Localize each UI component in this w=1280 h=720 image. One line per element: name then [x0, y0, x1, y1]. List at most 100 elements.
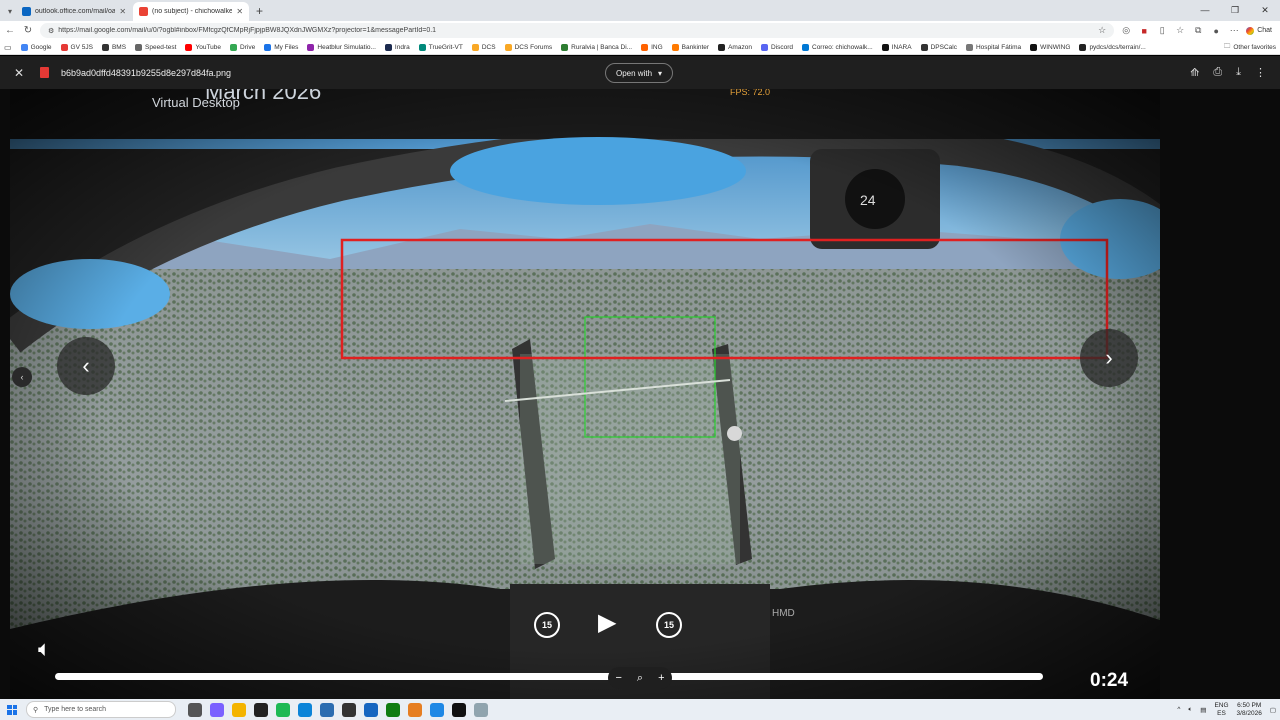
site-info-icon[interactable]: ⚙ [48, 27, 54, 35]
zoom-reset-icon[interactable]: ⌕ [637, 672, 643, 685]
bookmark-label: BMS [111, 43, 127, 51]
app-icon[interactable] [474, 702, 488, 717]
url-field[interactable]: ⚙ https://mail.google.com/mail/u/0/?ogbl… [40, 23, 1115, 38]
back-icon[interactable]: ← [4, 25, 16, 36]
favorite-star-icon[interactable]: ☆ [1098, 25, 1106, 36]
bookmark-icon [135, 43, 143, 51]
app-icon[interactable] [408, 702, 422, 717]
volume-tray-icon[interactable]: 🔈︎ [1188, 706, 1192, 714]
bookmark-item[interactable]: YouTube [185, 43, 222, 51]
task-view-icon[interactable] [188, 702, 202, 717]
bookmark-item[interactable]: Hospital Fátima [965, 43, 1021, 51]
extension-icon[interactable]: ◎ [1120, 25, 1132, 36]
zoom-in-icon[interactable]: + [658, 672, 664, 684]
app-icon[interactable] [342, 702, 356, 717]
rewind-label: 15 [541, 620, 552, 630]
bookmark-item[interactable]: GV 5JS [60, 43, 93, 51]
bookmark-item[interactable]: My Files [264, 43, 298, 51]
language-indicator[interactable]: ENG ES [1214, 702, 1228, 718]
bookmark-icon [101, 43, 109, 51]
bookmark-item[interactable]: WINWING [1030, 43, 1070, 51]
file-explorer-icon[interactable] [232, 702, 246, 717]
bookmark-item[interactable]: DPSCalc [920, 43, 957, 51]
tray-expand-icon[interactable]: ^ [1177, 706, 1180, 713]
bookmark-item[interactable]: Google [20, 43, 52, 51]
bookmark-item[interactable]: pydcs/dcs/terrain/... [1079, 43, 1146, 51]
copilot-icon[interactable] [210, 702, 224, 717]
bookmark-item[interactable]: BMS [101, 43, 127, 51]
bookmark-item[interactable]: Discord [760, 43, 793, 51]
xbox-icon[interactable] [386, 702, 400, 717]
app-icon[interactable] [452, 702, 466, 717]
new-tab-button[interactable]: + [250, 2, 269, 21]
collections-icon[interactable]: ⧉ [1192, 25, 1204, 36]
windows-start-icon[interactable] [4, 702, 20, 718]
close-icon[interactable]: ✕ [14, 66, 28, 80]
clock-date: 3/8/2026 [1236, 709, 1262, 717]
bookmark-label: Google [30, 43, 52, 51]
bookmark-item[interactable]: TrueGrit-VT [418, 43, 463, 51]
chevron-left-icon: ‹ [82, 353, 90, 378]
bookmark-item[interactable]: Bankinter [671, 43, 709, 51]
tab-gmail[interactable]: (no subject) - chichowalker1@gm ✕ [133, 2, 250, 21]
bookmark-icon [307, 43, 315, 51]
bookmark-item[interactable]: Correo: chichowalk... [802, 43, 873, 51]
close-tab-icon[interactable]: ✕ [119, 7, 126, 16]
app-icon[interactable] [254, 702, 268, 717]
rewind-15-icon: 15 [534, 612, 560, 638]
bookmark-item[interactable]: Ruralvia | Banca Di... [561, 43, 633, 51]
bookmark-item[interactable]: DCS [471, 43, 496, 51]
notifications-icon[interactable]: ▢ [1270, 706, 1276, 714]
bookmark-item[interactable]: Heatblur Simulatio... [307, 43, 376, 51]
bookmark-item[interactable]: DCS Forums [504, 43, 552, 51]
collapse-sidebar-button[interactable]: ‹ [12, 367, 32, 387]
app-icon[interactable] [320, 702, 334, 717]
next-button[interactable]: › [1080, 329, 1138, 387]
scrub-handle[interactable] [727, 426, 742, 441]
bookmark-label: YouTube [195, 43, 222, 51]
browser-tab-bar: ▾ outlook.office.com/mail/oauthRe ✕ (no … [0, 0, 1280, 21]
bookmark-item[interactable]: Drive [230, 43, 255, 51]
app-icon[interactable] [430, 702, 444, 717]
bookmark-label: Ruralvia | Banca Di... [571, 43, 633, 51]
print-icon[interactable]: ⎙ [1213, 66, 1222, 79]
more-menu-icon[interactable]: ⋯ [1228, 25, 1240, 36]
minimize-icon[interactable]: — [1190, 0, 1220, 21]
favorites-icon[interactable]: ☆ [1174, 25, 1186, 36]
reload-icon[interactable]: ↻ [22, 25, 34, 36]
restore-icon[interactable]: ❐ [1220, 0, 1250, 21]
close-window-icon[interactable]: ✕ [1250, 0, 1280, 21]
previous-button[interactable]: ‹ [57, 337, 115, 395]
split-screen-icon[interactable]: ▯ [1156, 25, 1168, 36]
bookmarks-toggle-icon[interactable]: ▭ [4, 43, 12, 52]
copilot-chat-button[interactable]: Chat [1246, 26, 1276, 35]
bookmark-label: Indra [394, 43, 410, 51]
app-icon[interactable] [364, 702, 378, 717]
profile-avatar[interactable]: ● [1210, 26, 1222, 36]
bookmark-label: Correo: chichowalk... [812, 43, 873, 51]
tab-outlook[interactable]: outlook.office.com/mail/oauthRe ✕ [16, 2, 132, 21]
tab-title: (no subject) - chichowalker1@gm [152, 8, 233, 15]
bookmark-label: DCS [481, 43, 496, 51]
close-tab-icon[interactable]: ✕ [236, 7, 243, 16]
clock[interactable]: 6:50 PM 3/8/2026 [1237, 702, 1262, 718]
zoom-out-icon[interactable]: − [615, 672, 621, 684]
other-favorites[interactable]: 🗀︎ Other favorites [1224, 42, 1276, 53]
add-to-drive-icon[interactable]: ⟰ [1190, 66, 1199, 79]
open-with-button[interactable]: Open with ▾ [605, 63, 674, 83]
taskbar-search[interactable]: ⚲ Type here to search [26, 701, 176, 718]
bookmark-item[interactable]: INARA [881, 43, 912, 51]
edge-icon[interactable] [298, 702, 312, 717]
bookmark-item[interactable]: Amazon [718, 43, 752, 51]
download-icon[interactable]: ⤓ [1236, 66, 1241, 79]
bookmark-icon [418, 43, 426, 51]
spotify-icon[interactable] [276, 702, 290, 717]
network-icon[interactable]: ▤ [1200, 706, 1206, 714]
bookmark-item[interactable]: ING [641, 43, 663, 51]
cockpit-screenshot: 24 HMD March 2026 Virtual Desktop FPS: 7… [0, 89, 1280, 699]
bookmark-item[interactable]: Speed-test [135, 43, 176, 51]
more-options-icon[interactable]: ⋮ [1255, 66, 1266, 79]
tab-list-icon[interactable]: ▾ [4, 2, 16, 21]
bookmark-item[interactable]: Indra [384, 43, 410, 51]
extension-icon[interactable]: ■ [1138, 26, 1150, 36]
